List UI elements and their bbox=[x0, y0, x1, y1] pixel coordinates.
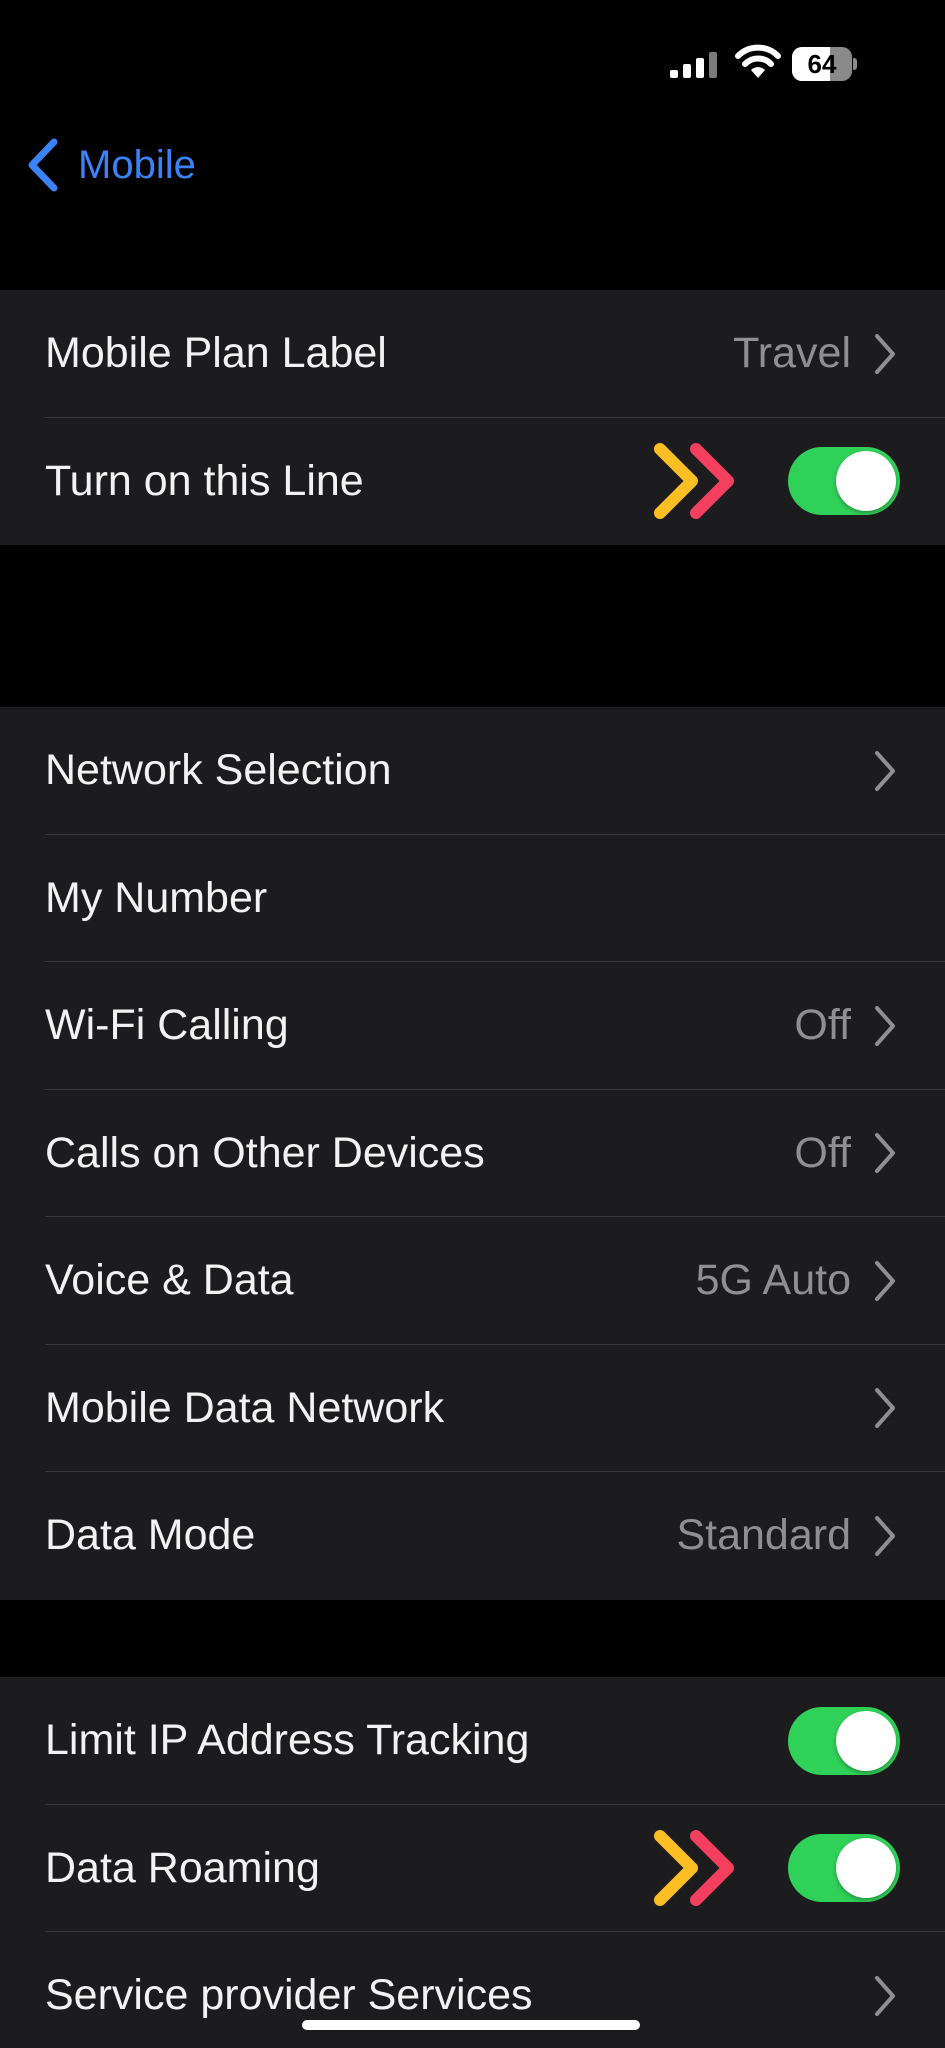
battery-level: 64 bbox=[807, 49, 837, 79]
row-my-number[interactable]: My Number bbox=[0, 835, 945, 962]
settings-screen: 64 Mobile Mobile Plan Label Travel Turn … bbox=[0, 0, 945, 2048]
row-label: My Number bbox=[45, 873, 268, 922]
row-label: Turn on this Line bbox=[45, 456, 364, 505]
row-data-mode[interactable]: Data Mode Standard bbox=[0, 1472, 945, 1600]
row-value: 5G Auto bbox=[695, 1256, 851, 1305]
row-value: Off bbox=[794, 1001, 851, 1050]
settings-group-network: Network Selection My Number Wi-Fi Callin… bbox=[0, 707, 945, 1600]
row-value: Travel bbox=[733, 329, 851, 378]
row-mobile-data-network[interactable]: Mobile Data Network bbox=[0, 1345, 945, 1472]
row-service-provider-services[interactable]: Service provider Services bbox=[0, 1932, 945, 2048]
limit-ip-tracking-toggle[interactable] bbox=[788, 1706, 900, 1775]
battery-icon: 64 bbox=[792, 47, 858, 81]
chevron-right-icon bbox=[875, 1388, 895, 1429]
settings-group-privacy: Limit IP Address Tracking Data Roaming S… bbox=[0, 1677, 945, 2048]
row-limit-ip-tracking[interactable]: Limit IP Address Tracking bbox=[0, 1677, 945, 1805]
turn-on-line-toggle[interactable] bbox=[788, 447, 900, 516]
chevron-left-icon bbox=[28, 138, 58, 192]
row-network-selection[interactable]: Network Selection bbox=[0, 707, 945, 835]
row-label: Voice & Data bbox=[45, 1256, 294, 1305]
row-data-roaming[interactable]: Data Roaming bbox=[0, 1805, 945, 1932]
chevron-right-icon bbox=[875, 333, 895, 374]
row-label: Data Mode bbox=[45, 1511, 256, 1560]
data-roaming-toggle[interactable] bbox=[788, 1834, 900, 1903]
back-label: Mobile bbox=[78, 142, 196, 187]
row-label: Calls on Other Devices bbox=[45, 1128, 485, 1177]
row-voice-data[interactable]: Voice & Data 5G Auto bbox=[0, 1217, 945, 1345]
row-label: Network Selection bbox=[45, 746, 392, 795]
row-mobile-plan-label[interactable]: Mobile Plan Label Travel bbox=[0, 290, 945, 418]
chevron-right-icon bbox=[875, 1260, 895, 1301]
double-chevron-arrows-icon bbox=[654, 443, 734, 520]
wifi-icon bbox=[735, 44, 781, 78]
chevron-right-icon bbox=[875, 1005, 895, 1046]
chevron-right-icon bbox=[875, 1133, 895, 1174]
status-bar: 64 bbox=[0, 0, 945, 120]
row-label: Limit IP Address Tracking bbox=[45, 1716, 530, 1765]
double-chevron-arrows-icon bbox=[654, 1830, 734, 1907]
row-label: Wi-Fi Calling bbox=[45, 1001, 289, 1050]
chevron-right-icon bbox=[875, 1515, 895, 1556]
row-value: Off bbox=[794, 1128, 851, 1177]
row-turn-on-line[interactable]: Turn on this Line bbox=[0, 418, 945, 546]
row-value: Standard bbox=[676, 1511, 851, 1560]
cellular-signal-icon bbox=[670, 50, 720, 78]
settings-group-plan: Mobile Plan Label Travel Turn on this Li… bbox=[0, 290, 945, 545]
row-label: Mobile Data Network bbox=[45, 1383, 445, 1432]
row-label: Data Roaming bbox=[45, 1843, 320, 1892]
row-wifi-calling[interactable]: Wi-Fi Calling Off bbox=[0, 962, 945, 1090]
home-indicator[interactable] bbox=[302, 2020, 640, 2030]
back-button[interactable]: Mobile bbox=[24, 130, 196, 200]
row-calls-other-devices[interactable]: Calls on Other Devices Off bbox=[0, 1090, 945, 1217]
chevron-right-icon bbox=[875, 750, 895, 791]
row-label: Service provider Services bbox=[45, 1971, 533, 2020]
row-label: Mobile Plan Label bbox=[45, 329, 387, 378]
chevron-right-icon bbox=[875, 1975, 895, 2016]
